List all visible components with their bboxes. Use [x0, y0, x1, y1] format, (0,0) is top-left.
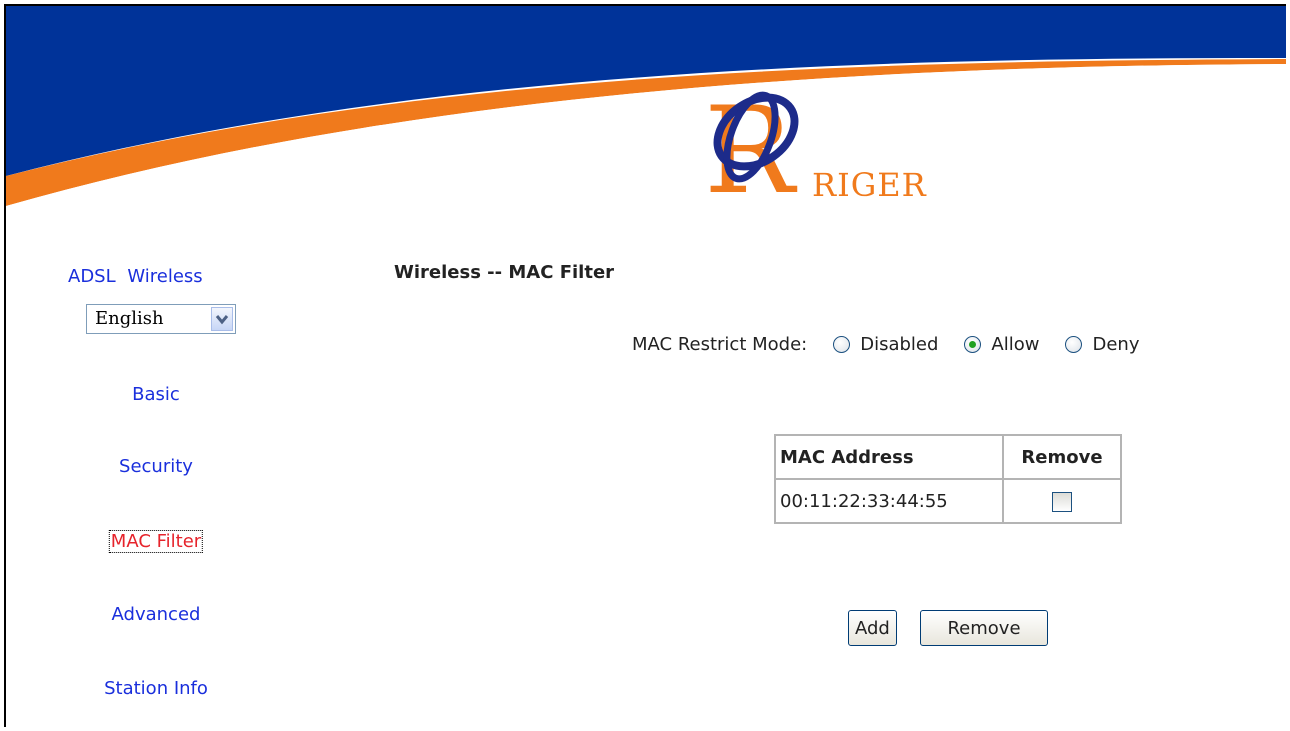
language-select-value: English — [95, 308, 164, 329]
page-title: Wireless -- MAC Filter — [394, 262, 615, 283]
table-row: 00:11:22:33:44:55 — [774, 478, 1122, 524]
radio-allow[interactable] — [964, 336, 982, 353]
radio-deny[interactable] — [1065, 336, 1083, 353]
sidebar-item-advanced[interactable]: Advanced — [112, 604, 201, 625]
sidebar-item-station-info[interactable]: Station Info — [104, 678, 208, 699]
remove-cell — [1002, 478, 1122, 524]
chevron-down-icon[interactable] — [211, 307, 233, 331]
mode-option-disabled[interactable]: Disabled — [833, 334, 938, 355]
remove-checkbox[interactable] — [1052, 491, 1072, 512]
mode-option-label: Disabled — [860, 334, 939, 355]
remove-button[interactable]: Remove — [920, 610, 1048, 646]
mac-address-table: MAC Address Remove 00:11:22:33:44:55 — [774, 434, 1122, 524]
mode-label: MAC Restrict Mode: — [632, 334, 808, 355]
mode-option-label: Deny — [1092, 334, 1140, 355]
table-header-row: MAC Address Remove — [774, 434, 1122, 480]
language-section-title: ADSL Wireless — [68, 266, 203, 287]
mode-option-allow[interactable]: Allow — [964, 334, 1039, 355]
mac-address-cell: 00:11:22:33:44:55 — [774, 478, 1004, 524]
column-header-remove: Remove — [1002, 434, 1122, 480]
sidebar-item-security[interactable]: Security — [119, 456, 193, 477]
mac-restrict-mode: MAC Restrict Mode: Disabled Allow Deny — [632, 334, 1139, 355]
mode-option-label: Allow — [991, 334, 1040, 355]
add-button[interactable]: Add — [848, 610, 897, 646]
radio-disabled[interactable] — [833, 336, 851, 353]
router-page: R RIGER ADSL Wireless English Basic Secu… — [4, 4, 1286, 727]
header-banner — [6, 6, 1286, 216]
mode-option-deny[interactable]: Deny — [1065, 334, 1139, 355]
sidebar-item-basic[interactable]: Basic — [132, 384, 180, 405]
sidebar-item-mac-filter[interactable]: MAC Filter — [108, 530, 204, 553]
brand-name: RIGER — [812, 166, 927, 204]
language-select[interactable]: English — [86, 304, 236, 334]
riger-logo-icon: R — [704, 82, 799, 202]
column-header-mac: MAC Address — [774, 434, 1004, 480]
